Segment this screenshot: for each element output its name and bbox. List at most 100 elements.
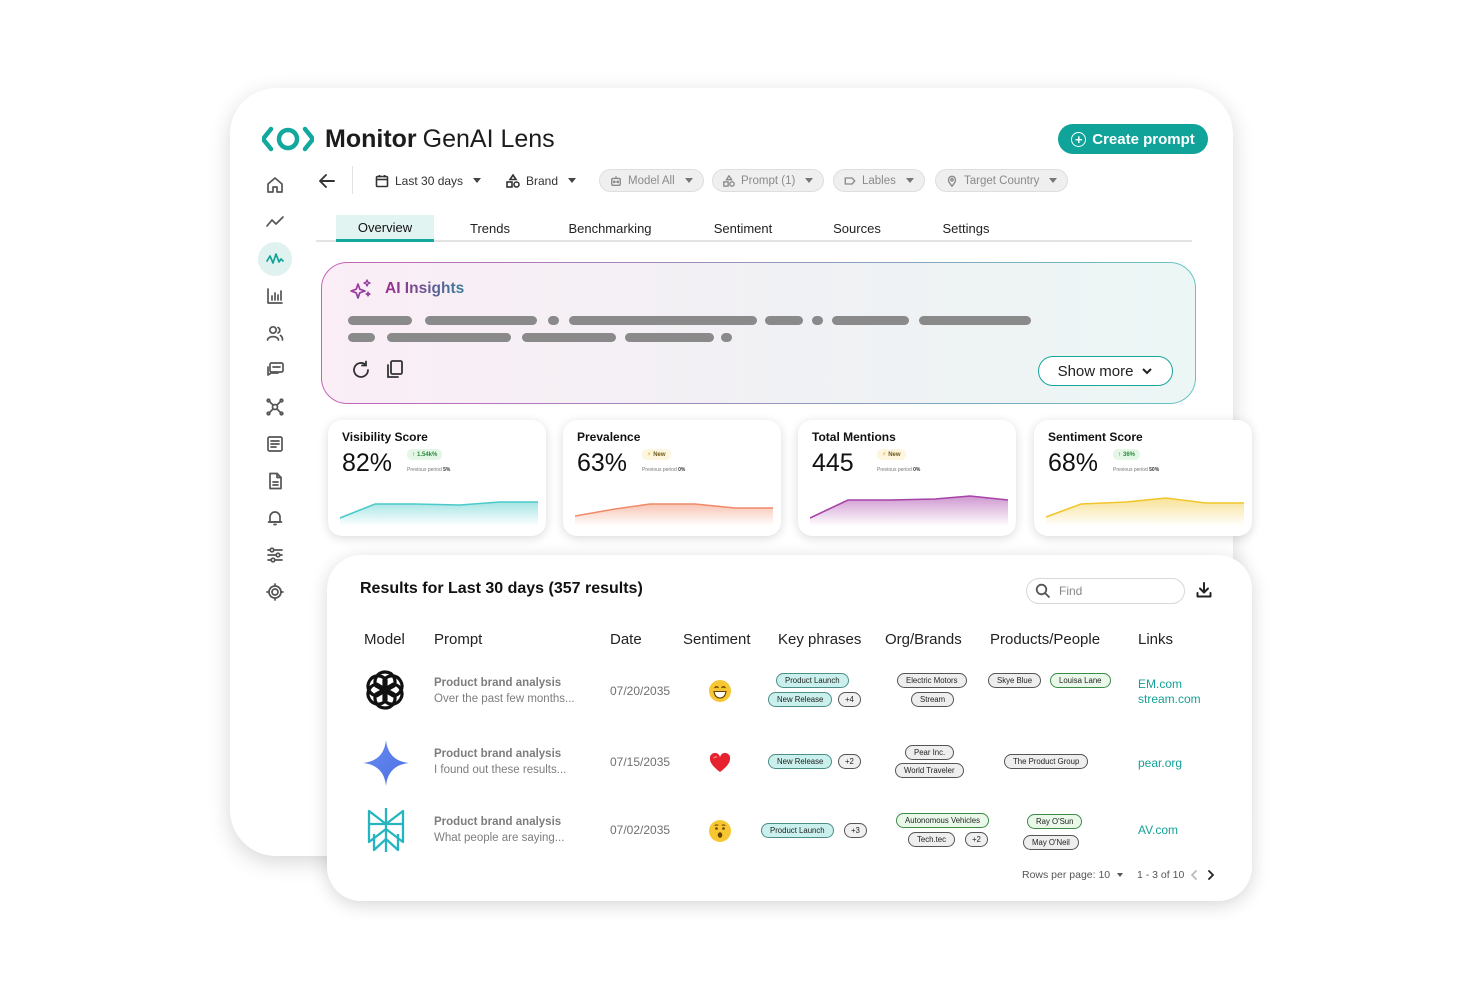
- person-tag[interactable]: Ray O'Sun: [1027, 814, 1083, 829]
- prev-page-button[interactable]: [1188, 868, 1200, 882]
- org-tag[interactable]: Pear Inc.: [905, 745, 955, 760]
- sidebar-item-settings[interactable]: [258, 575, 292, 609]
- country-filter[interactable]: Target Country: [935, 169, 1069, 192]
- key-phrase-tag[interactable]: Product Launch: [761, 823, 834, 838]
- show-more-button[interactable]: Show more: [1038, 356, 1173, 386]
- person-tag[interactable]: May O'Neil: [1023, 835, 1079, 850]
- prompt-snippet: What people are saying...: [434, 832, 565, 844]
- sparkline-sentiment: [1046, 497, 1244, 526]
- person-tag[interactable]: Louisa Lane: [1050, 673, 1111, 688]
- kpi-card-prevalence[interactable]: Prevalence 63% ⚡ New Previous period 0%: [563, 420, 781, 536]
- prompt-filter[interactable]: Prompt (1): [712, 169, 825, 192]
- sidebar-item-trends[interactable]: [258, 205, 292, 239]
- gemini-star-icon: [363, 740, 409, 786]
- sidebar-item-report[interactable]: [258, 427, 292, 461]
- location-pin-icon: [947, 175, 957, 187]
- org-tag[interactable]: The Product Group: [1004, 754, 1089, 769]
- more-tags-count[interactable]: +2: [965, 832, 988, 847]
- col-header-key-phrases[interactable]: Key phrases: [778, 631, 861, 648]
- source-link[interactable]: pear.org: [1138, 756, 1182, 770]
- perplexity-logo-icon: [367, 808, 405, 852]
- sidebar-item-analytics[interactable]: [258, 279, 292, 313]
- sidebar-item-chat[interactable]: [258, 353, 292, 387]
- placeholder-line: [625, 333, 714, 342]
- prompt-title[interactable]: Product brand analysis: [434, 677, 561, 689]
- next-page-button[interactable]: [1205, 868, 1217, 882]
- placeholder-line: [425, 316, 537, 325]
- tab-sentiment[interactable]: Sentiment: [700, 215, 786, 242]
- plus-circle-icon: +: [1071, 131, 1087, 147]
- pulse-icon: [266, 253, 284, 264]
- kpi-previous-period: Previous period 0%: [642, 467, 685, 473]
- openai-logo-icon: [366, 670, 404, 710]
- kpi-card-mentions[interactable]: Total Mentions 445 ⚡ New Previous period …: [798, 420, 1016, 536]
- sidebar-item-filters[interactable]: [258, 538, 292, 572]
- key-phrase-tag[interactable]: Product Launch: [776, 673, 849, 688]
- more-tags-count[interactable]: +2: [838, 754, 861, 769]
- col-header-sentiment[interactable]: Sentiment: [683, 631, 751, 648]
- kpi-card-visibility[interactable]: Visibility Score 82% ↑ 1.54k% Previous pe…: [328, 420, 546, 536]
- tab-trends[interactable]: Trends: [454, 215, 526, 242]
- col-header-model[interactable]: Model: [364, 631, 405, 648]
- sidebar-item-home[interactable]: [258, 168, 292, 202]
- sidebar-item-users[interactable]: [258, 316, 292, 350]
- refresh-button[interactable]: [350, 359, 372, 381]
- placeholder-dot: [721, 333, 732, 342]
- kpi-change-badge: ⚡ New: [877, 449, 906, 460]
- tab-sources[interactable]: Sources: [820, 215, 894, 242]
- placeholder-line: [765, 316, 803, 325]
- prompt-filter-label: Prompt (1): [741, 174, 796, 187]
- find-box[interactable]: [1026, 578, 1185, 604]
- col-header-products-people[interactable]: Products/People: [990, 631, 1100, 648]
- sidebar-item-network[interactable]: [258, 390, 292, 424]
- tab-benchmarking[interactable]: Benchmarking: [556, 215, 664, 242]
- brand-filter[interactable]: Brand: [506, 169, 577, 192]
- org-tag[interactable]: Tech.tec: [908, 832, 956, 847]
- back-arrow-icon[interactable]: [316, 170, 338, 192]
- report-icon: [267, 436, 283, 452]
- sidebar-item-alerts[interactable]: [258, 501, 292, 535]
- rows-per-page-select[interactable]: Rows per page: 10: [1022, 869, 1124, 881]
- trend-line-icon: [266, 216, 284, 227]
- key-phrase-tag[interactable]: New Release: [768, 754, 833, 769]
- org-tag[interactable]: Autonomous Vehicles: [896, 813, 989, 828]
- tab-settings[interactable]: Settings: [930, 215, 1002, 242]
- more-tags-count[interactable]: +4: [838, 692, 861, 707]
- org-tag[interactable]: Electric Motors: [897, 673, 967, 688]
- col-header-links[interactable]: Links: [1138, 631, 1173, 648]
- model-filter[interactable]: Model All: [599, 169, 704, 192]
- tab-overview[interactable]: Overview: [336, 215, 434, 242]
- source-link[interactable]: EM.com: [1138, 677, 1182, 691]
- date-filter[interactable]: Last 30 days: [375, 169, 482, 192]
- col-header-date[interactable]: Date: [610, 631, 642, 648]
- prompt-title[interactable]: Product brand analysis: [434, 816, 561, 828]
- kpi-previous-period: Previous period 5%: [407, 467, 450, 473]
- col-header-org-brands[interactable]: Org/Brands: [885, 631, 962, 648]
- heart-emoji-icon: [709, 752, 731, 772]
- kpi-card-sentiment[interactable]: Sentiment Score 68% ↑ 36% Previous period…: [1034, 420, 1252, 536]
- prompt-title[interactable]: Product brand analysis: [434, 748, 561, 760]
- org-tag[interactable]: Stream: [911, 692, 955, 707]
- kpi-prev-value: 50%: [1149, 467, 1160, 473]
- kpi-change-badge: ↑ 1.54k%: [407, 449, 443, 460]
- copy-button[interactable]: [384, 358, 406, 380]
- col-header-prompt[interactable]: Prompt: [434, 631, 482, 648]
- pagination-range: 1 - 3 of 10: [1137, 869, 1184, 881]
- sidebar-item-monitor[interactable]: [258, 242, 292, 276]
- person-tag[interactable]: Skye Blue: [988, 673, 1042, 688]
- sidebar-item-documents[interactable]: [258, 464, 292, 498]
- source-link[interactable]: AV.com: [1138, 823, 1178, 837]
- more-tags-count[interactable]: +3: [844, 823, 867, 838]
- search-input[interactable]: [1059, 584, 1169, 598]
- caret-down-icon: [473, 178, 482, 183]
- create-prompt-button[interactable]: + Create prompt: [1058, 124, 1208, 154]
- download-button[interactable]: [1195, 581, 1213, 599]
- org-tag[interactable]: World Traveler: [895, 763, 964, 778]
- labels-filter[interactable]: Lables: [833, 169, 925, 192]
- caret-down-icon: [568, 178, 577, 183]
- app-title-light: GenAI Lens: [422, 125, 555, 153]
- source-link[interactable]: stream.com: [1138, 692, 1201, 706]
- key-phrase-tag[interactable]: New Release: [768, 692, 833, 707]
- gear-icon: [266, 583, 284, 601]
- surprised-emoji-icon: [709, 820, 731, 842]
